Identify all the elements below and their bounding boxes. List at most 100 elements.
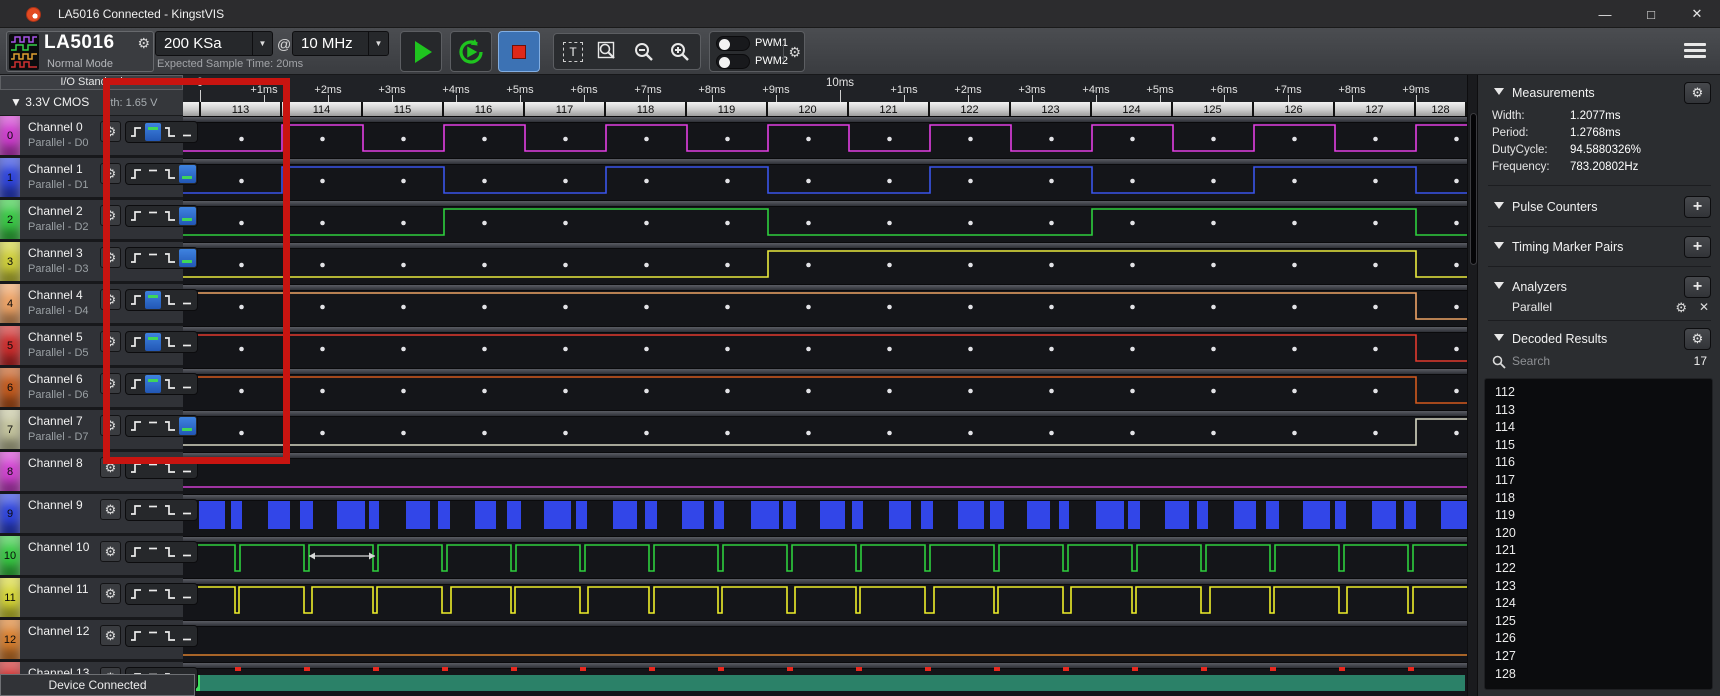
add-analyzer-button[interactable]: + — [1684, 276, 1711, 298]
channel-color-badge[interactable]: 8 — [0, 452, 20, 491]
channel-settings-gear-icon[interactable]: ⚙ — [100, 499, 121, 520]
channel-row-3[interactable]: 3Channel 3Parallel - D3⚙ — [0, 242, 183, 284]
trigger-falling-edge-button[interactable] — [162, 375, 178, 393]
waveform-row-ch7[interactable] — [183, 410, 1467, 452]
trigger-low-level-button[interactable] — [179, 291, 195, 309]
trigger-low-level-button[interactable] — [179, 585, 195, 603]
trigger-low-level-button[interactable] — [179, 207, 195, 225]
channel-settings-gear-icon[interactable]: ⚙ — [100, 205, 121, 226]
channel-settings-gear-icon[interactable]: ⚙ — [100, 247, 121, 268]
decoded-result-item[interactable]: 124 — [1485, 595, 1712, 613]
channel-color-badge[interactable]: 0 — [0, 116, 20, 155]
decoded-result-item[interactable]: 125 — [1485, 613, 1712, 631]
channel-settings-gear-icon[interactable]: ⚙ — [100, 541, 121, 562]
maximize-button[interactable]: □ — [1628, 0, 1674, 28]
channel-row-8[interactable]: 8Channel 8⚙ — [0, 452, 183, 494]
trigger-high-level-button[interactable] — [145, 585, 161, 603]
collapse-triangle-icon[interactable] — [1494, 202, 1504, 209]
channel-row-1[interactable]: 1Channel 1Parallel - D1⚙ — [0, 158, 183, 200]
io-standard-row[interactable]: ▼ 3.3V CMOS Vth: 1.65 V — [0, 90, 183, 116]
trigger-rising-edge-button[interactable] — [127, 627, 143, 645]
trigger-low-level-button[interactable] — [179, 165, 195, 183]
zoom-out-button[interactable] — [630, 39, 658, 65]
trigger-rising-edge-button[interactable] — [127, 543, 143, 561]
pulse-counters-section-header[interactable]: Pulse Counters + — [1478, 198, 1720, 218]
channel-row-5[interactable]: 5Channel 5Parallel - D5⚙ — [0, 326, 183, 368]
trigger-low-level-button[interactable] — [179, 459, 195, 477]
trigger-rising-edge-button[interactable] — [127, 417, 143, 435]
channel-row-6[interactable]: 6Channel 6Parallel - D6⚙ — [0, 368, 183, 410]
decoded-result-item[interactable]: 119 — [1485, 507, 1712, 525]
channel-settings-gear-icon[interactable]: ⚙ — [100, 583, 121, 604]
trigger-low-level-button[interactable] — [179, 123, 195, 141]
decoded-results-settings-button[interactable]: ⚙ — [1684, 328, 1711, 350]
decoded-result-item[interactable]: 112 — [1485, 384, 1712, 402]
channel-row-2[interactable]: 2Channel 2Parallel - D2⚙ — [0, 200, 183, 242]
decoded-result-item[interactable]: 117 — [1485, 472, 1712, 490]
channel-settings-gear-icon[interactable]: ⚙ — [100, 625, 121, 646]
chevron-down-icon[interactable]: ▼ — [368, 32, 388, 55]
repeat-acquire-button[interactable] — [450, 31, 492, 72]
trigger-rising-edge-button[interactable] — [127, 585, 143, 603]
decoded-results-section-header[interactable]: Decoded Results ⚙ — [1478, 330, 1720, 350]
trigger-rising-edge-button[interactable] — [127, 165, 143, 183]
channel-color-badge[interactable]: 4 — [0, 284, 20, 323]
channel-settings-gear-icon[interactable]: ⚙ — [100, 289, 121, 310]
add-timing-marker-pair-button[interactable]: + — [1684, 236, 1711, 258]
channel-row-11[interactable]: 11Channel 11⚙ — [0, 578, 183, 620]
sample-rate-select[interactable]: 10 MHz ▼ — [292, 31, 389, 56]
channel-settings-gear-icon[interactable]: ⚙ — [100, 415, 121, 436]
channel-row-4[interactable]: 4Channel 4Parallel - D4⚙ — [0, 284, 183, 326]
channel-settings-gear-icon[interactable]: ⚙ — [100, 121, 121, 142]
close-button[interactable]: ✕ — [1674, 0, 1720, 28]
channel-row-0[interactable]: 0Channel 0Parallel - D0⚙ — [0, 116, 183, 158]
waveform-row-ch9[interactable] — [183, 494, 1467, 536]
decoded-result-item[interactable]: 126 — [1485, 630, 1712, 648]
zoom-area-button[interactable] — [594, 39, 622, 65]
trigger-low-level-button[interactable] — [179, 249, 195, 267]
trigger-falling-edge-button[interactable] — [162, 249, 178, 267]
trigger-high-level-button[interactable] — [145, 501, 161, 519]
pwm1-toggle[interactable] — [716, 36, 750, 51]
channel-color-badge[interactable]: 10 — [0, 536, 20, 575]
trigger-falling-edge-button[interactable] — [162, 459, 178, 477]
trigger-falling-edge-button[interactable] — [162, 417, 178, 435]
pwm-settings-gear-icon[interactable]: ⚙ — [783, 44, 801, 61]
trigger-falling-edge-button[interactable] — [162, 585, 178, 603]
waveform-row-ch8[interactable] — [183, 452, 1467, 494]
decoded-search-input[interactable] — [1510, 353, 1660, 369]
waveform-row-ch5[interactable] — [183, 326, 1467, 368]
decoded-results-list[interactable]: 1121131141151161171181191201211221231241… — [1484, 378, 1713, 690]
trigger-falling-edge-button[interactable] — [162, 207, 178, 225]
channel-color-badge[interactable]: 6 — [0, 368, 20, 407]
trigger-high-level-button[interactable] — [145, 123, 161, 141]
channel-row-12[interactable]: 12Channel 12⚙ — [0, 620, 183, 662]
trigger-low-level-button[interactable] — [179, 627, 195, 645]
measurements-settings-button[interactable]: ⚙ — [1684, 82, 1711, 104]
trigger-falling-edge-button[interactable] — [162, 123, 178, 141]
trigger-low-level-button[interactable] — [179, 333, 195, 351]
channel-color-badge[interactable]: 7 — [0, 410, 20, 449]
sample-count-select[interactable]: 200 KSa ▼ — [155, 31, 273, 56]
channel-color-badge[interactable]: 11 — [0, 578, 20, 617]
decoded-result-item[interactable]: 128 — [1485, 666, 1712, 684]
trigger-rising-edge-button[interactable] — [127, 249, 143, 267]
decoded-result-item[interactable]: 122 — [1485, 560, 1712, 578]
channel-row-7[interactable]: 7Channel 7Parallel - D7⚙ — [0, 410, 183, 452]
trigger-high-level-button[interactable] — [145, 417, 161, 435]
trigger-falling-edge-button[interactable] — [162, 333, 178, 351]
measurements-section-header[interactable]: Measurements ⚙ — [1478, 84, 1720, 104]
decoded-result-item[interactable]: 127 — [1485, 648, 1712, 666]
analyzer-settings-gear-icon[interactable]: ⚙ — [1675, 300, 1687, 316]
device-block[interactable]: LA5016 ⚙ Normal Mode — [6, 31, 154, 72]
trigger-high-level-button[interactable] — [145, 543, 161, 561]
waveform-row-ch11[interactable] — [183, 578, 1467, 620]
channel-color-badge[interactable]: 12 — [0, 620, 20, 659]
collapse-triangle-icon[interactable] — [1494, 282, 1504, 289]
collapse-triangle-icon[interactable] — [1494, 242, 1504, 249]
waveform-view[interactable]: 0+1ms+2ms+3ms+4ms+5ms+6ms+7ms+8ms+9ms10m… — [183, 75, 1467, 696]
decoded-result-item[interactable]: 114 — [1485, 419, 1712, 437]
waveform-row-ch0[interactable] — [183, 116, 1467, 158]
waveform-row-ch3[interactable] — [183, 242, 1467, 284]
trigger-high-level-button[interactable] — [145, 627, 161, 645]
